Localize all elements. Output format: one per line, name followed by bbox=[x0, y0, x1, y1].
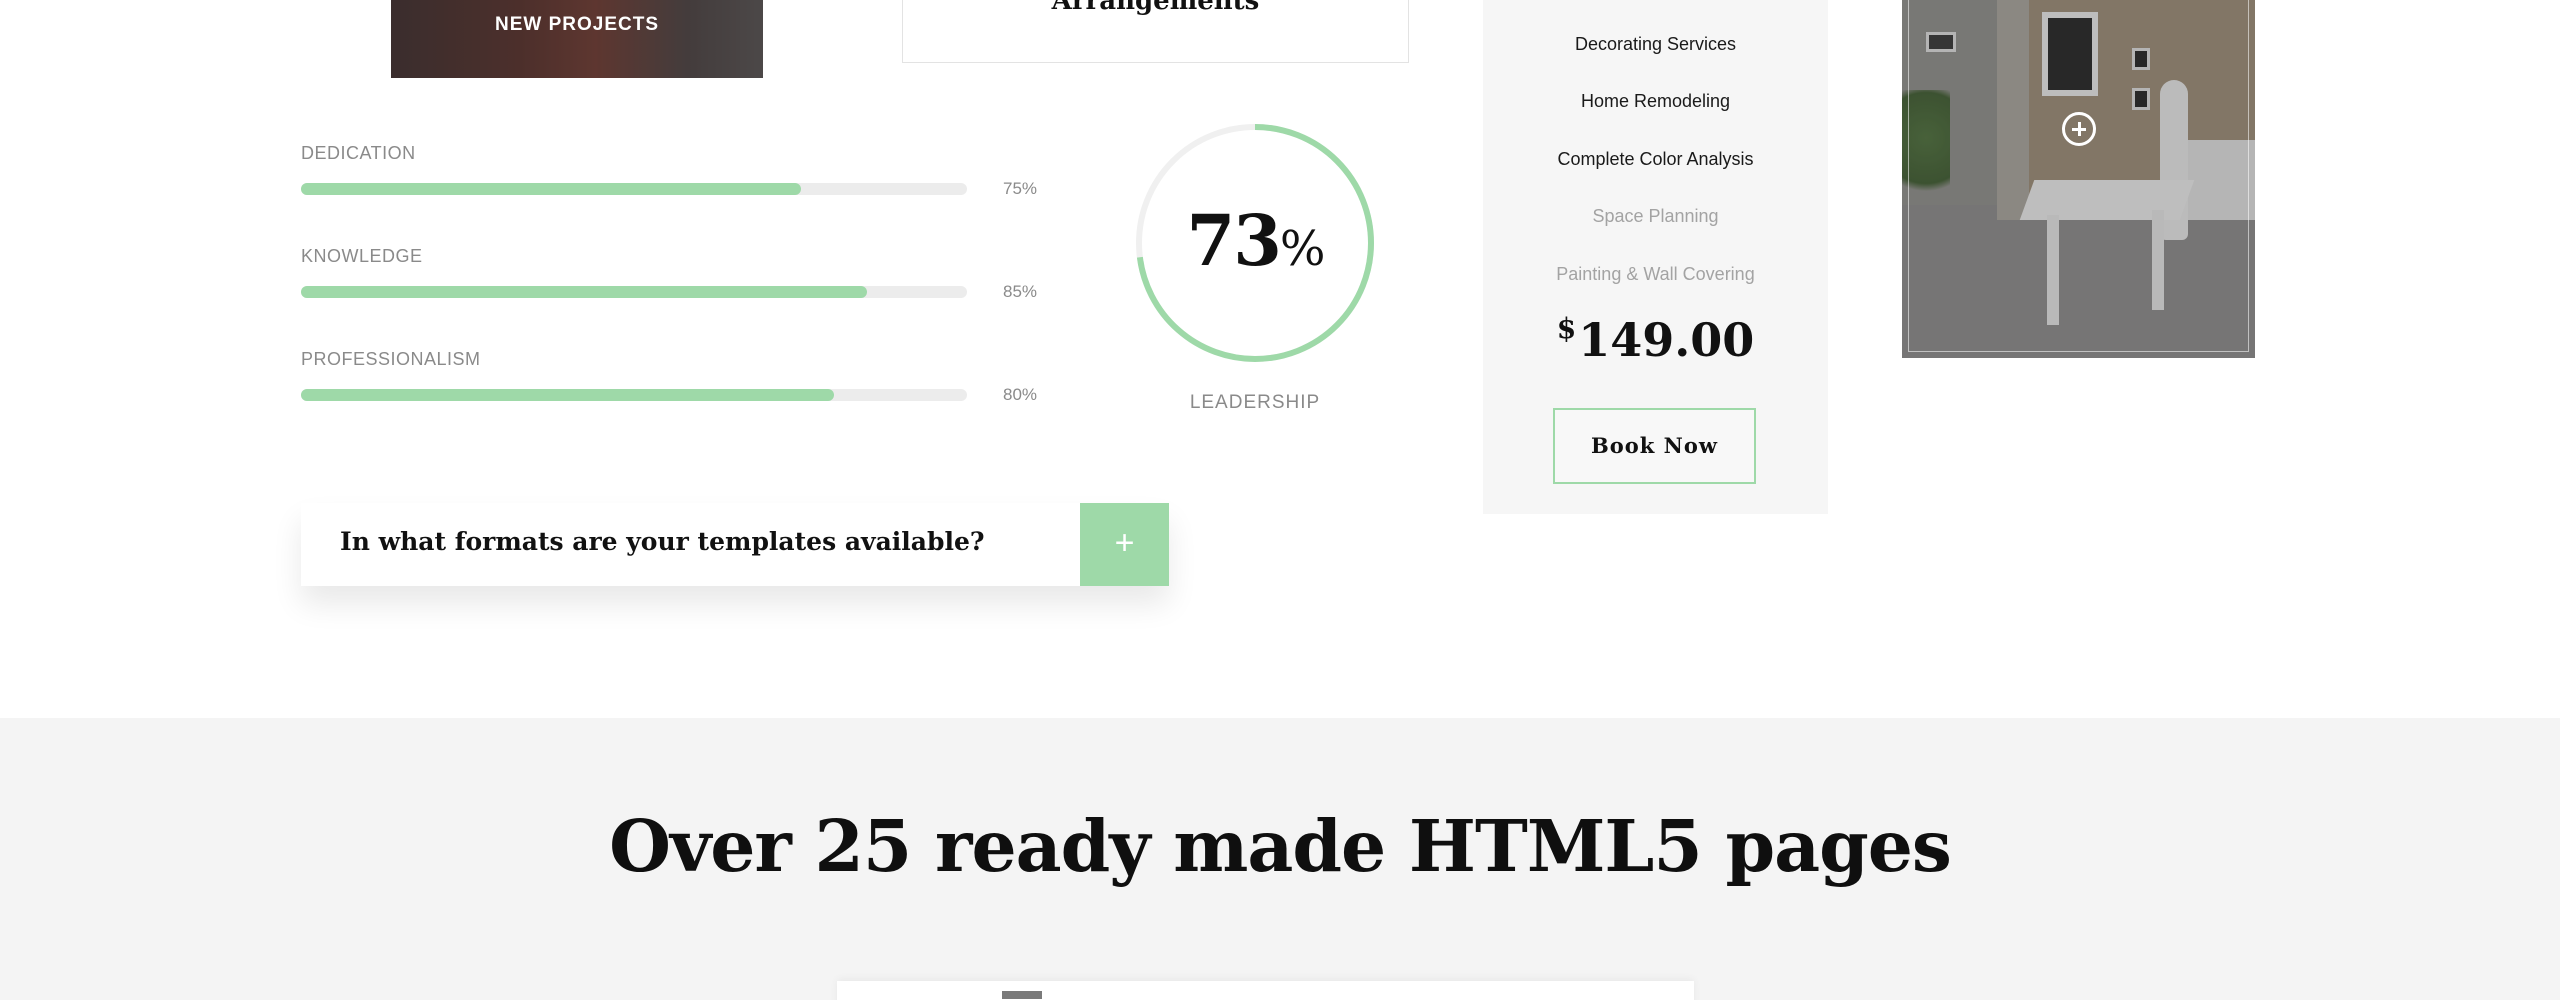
skill-progress-fill bbox=[301, 286, 868, 298]
faq-question: In what formats are your templates avail… bbox=[340, 527, 985, 556]
skill-dedication: DEDICATION 75% bbox=[301, 143, 1041, 213]
zoom-plus-icon[interactable] bbox=[2062, 112, 2096, 146]
arrangements-title: Arrangements bbox=[1051, 0, 1260, 16]
leadership-number: 73 bbox=[1186, 199, 1281, 282]
preview-card-content bbox=[1002, 991, 1042, 999]
skill-progress-track bbox=[301, 389, 967, 401]
pricing-feature: Space Planning bbox=[1592, 206, 1719, 226]
new-projects-label: NEW PROJECTS bbox=[494, 14, 660, 35]
room-image[interactable] bbox=[1902, 0, 2255, 358]
image-inner-border bbox=[1908, 0, 2249, 352]
price-amount: 149.00 bbox=[1578, 313, 1755, 367]
leadership-unit: % bbox=[1279, 221, 1326, 277]
pages-section: Over 25 ready made HTML5 pages bbox=[0, 718, 2560, 1000]
skill-percent: 80% bbox=[1003, 385, 1038, 404]
leadership-circle: 73% bbox=[1133, 121, 1377, 365]
pricing-panel: Decorating Services Home Remodeling Comp… bbox=[1483, 0, 1828, 514]
skill-name: DEDICATION bbox=[301, 143, 416, 163]
skill-progress-fill bbox=[301, 389, 834, 401]
skill-professionalism: PROFESSIONALISM 80% bbox=[301, 349, 1041, 419]
skill-name: KNOWLEDGE bbox=[301, 246, 423, 266]
preview-card[interactable] bbox=[837, 981, 1694, 1000]
section-heading: Over 25 ready made HTML5 pages bbox=[609, 804, 1952, 888]
pricing-feature: Home Remodeling bbox=[1580, 91, 1731, 111]
arrangements-card: Arrangements bbox=[902, 0, 1409, 63]
leadership-value: 73% bbox=[1133, 199, 1377, 282]
book-now-button[interactable]: Book Now bbox=[1553, 408, 1756, 484]
skill-knowledge: KNOWLEDGE 85% bbox=[301, 246, 1041, 316]
new-projects-tile[interactable]: NEW PROJECTS bbox=[391, 0, 763, 78]
skill-name: PROFESSIONALISM bbox=[301, 349, 481, 369]
price: $149.00 bbox=[1483, 312, 1828, 367]
pricing-feature: Decorating Services bbox=[1574, 34, 1737, 54]
tile-overlay bbox=[391, 0, 763, 78]
faq-expand-icon[interactable]: + bbox=[1080, 503, 1169, 586]
pricing-feature: Painting & Wall Covering bbox=[1556, 264, 1755, 284]
pricing-feature: Complete Color Analysis bbox=[1557, 149, 1754, 169]
skill-progress-fill bbox=[301, 183, 801, 195]
skill-progress-track bbox=[301, 183, 967, 195]
faq-accordion-item[interactable]: In what formats are your templates avail… bbox=[301, 503, 1169, 586]
skill-percent: 75% bbox=[1003, 179, 1038, 198]
currency-symbol: $ bbox=[1556, 312, 1577, 345]
leadership-label: LEADERSHIP bbox=[1189, 392, 1321, 413]
skill-progress-track bbox=[301, 286, 967, 298]
skill-percent: 85% bbox=[1003, 282, 1038, 301]
